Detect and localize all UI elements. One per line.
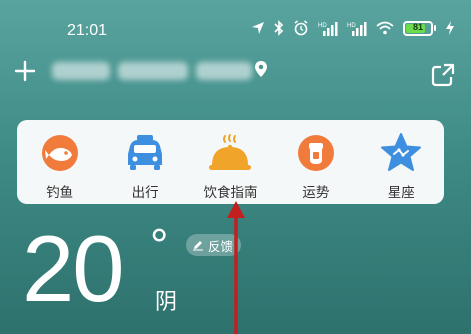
annotation-arrow bbox=[227, 201, 245, 334]
